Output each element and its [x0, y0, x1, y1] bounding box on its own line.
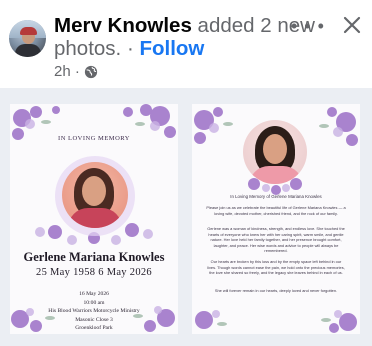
service-details: 16 May 2026 10:00 am His Blood Warriors …: [10, 290, 178, 333]
more-options-icon[interactable]: • • •: [291, 16, 325, 37]
memorial-photo-2[interactable]: In Loving Memory of Gerlene Mariana Know…: [192, 104, 360, 334]
service-venue: His Blood Warriors Motorcycle Ministry: [48, 308, 140, 314]
service-date: 16 May 2026: [79, 291, 109, 297]
author-avatar[interactable]: [9, 20, 46, 57]
post-meta: 2h ·: [54, 63, 98, 80]
follow-button[interactable]: Follow: [139, 37, 204, 60]
post-header: Merv Knowles added 2 new photos. · Follo…: [0, 0, 372, 88]
globe-icon: [84, 65, 97, 78]
memorial-caption: In Loving Memory of Gerlene Mariana Know…: [230, 194, 322, 199]
portrait-photo: [243, 120, 307, 184]
author-name[interactable]: Merv Knowles: [54, 14, 192, 37]
portrait-photo: [62, 162, 128, 228]
tribute-closing: She will forever remain in our hearts, d…: [214, 288, 338, 293]
memorial-title: IN LOVING MEMORY: [58, 135, 130, 142]
service-area: Groenkloof Park: [75, 325, 113, 331]
close-icon[interactable]: [340, 13, 364, 37]
tribute-paragraph: Please join us as we celebrate the beaut…: [206, 205, 346, 216]
deceased-name: Gerlene Mariana Knowles: [23, 250, 165, 264]
photo-grid: IN LOVING MEMORY Gerlene Mariana Knowles…: [0, 88, 372, 346]
memorial-photo-1[interactable]: IN LOVING MEMORY Gerlene Mariana Knowles…: [10, 104, 178, 334]
life-dates: 25 May 1958 6 May 2026: [36, 267, 152, 278]
tribute-paragraph: Our hearts are broken by this loss and b…: [207, 259, 345, 276]
post-timestamp[interactable]: 2h ·: [54, 63, 80, 80]
service-street: Masonic Close 3: [75, 316, 113, 323]
tribute-paragraph: Gerlene was a woman of kindness, strengt…: [207, 226, 345, 254]
service-time: 10:00 am: [83, 299, 105, 306]
